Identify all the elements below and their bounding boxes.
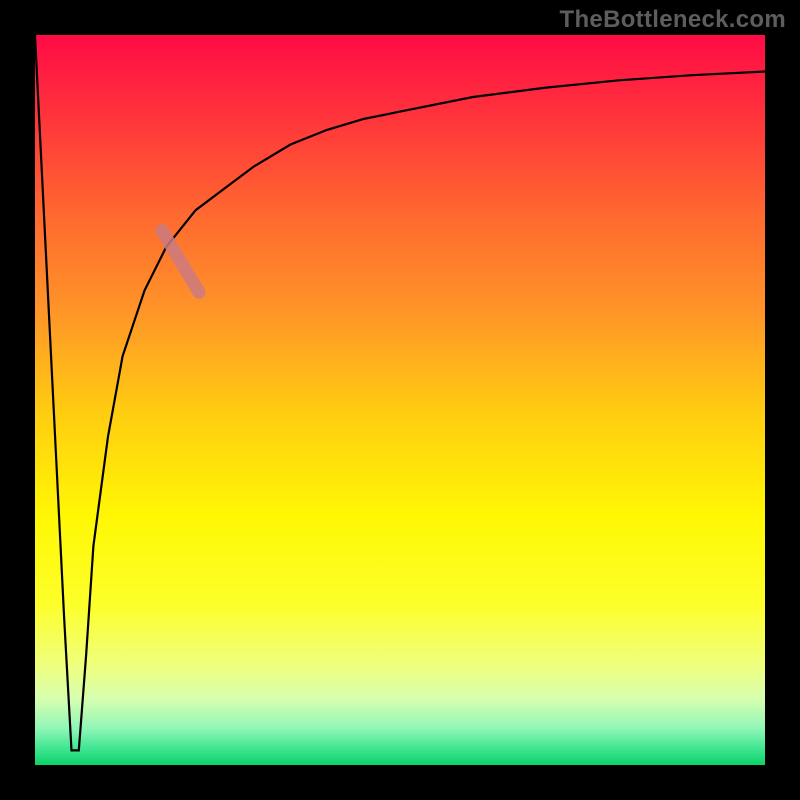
- plot-area: [35, 35, 765, 765]
- chart-border-bottom: [0, 765, 800, 800]
- chart-container: TheBottleneck.com: [0, 0, 800, 800]
- chart-border-left: [0, 0, 35, 800]
- chart-border-right: [765, 0, 800, 800]
- watermark-text: TheBottleneck.com: [560, 6, 786, 34]
- bottleneck-curve: [35, 35, 765, 765]
